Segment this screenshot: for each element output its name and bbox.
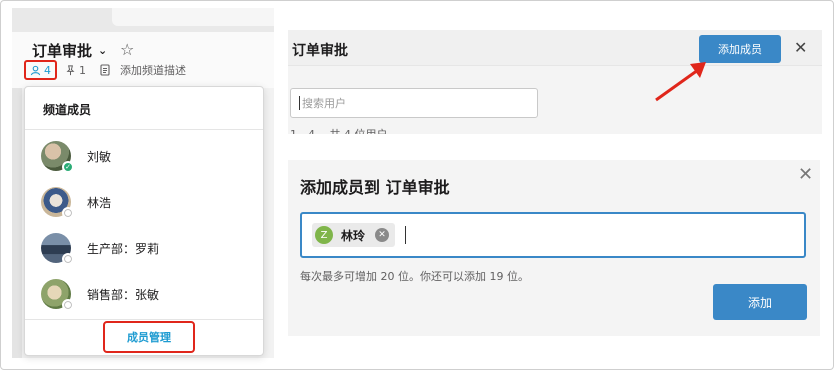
text-cursor [299, 96, 300, 110]
avatar [41, 233, 74, 265]
star-icon[interactable]: ☆ [120, 40, 134, 59]
avatar [41, 279, 74, 311]
add-members-dialog: 添加成员到 订单审批 ✕ Z 林玲 ✕ 每次最多可增加 20 位。你还可以添加 … [288, 160, 820, 336]
remove-chip-icon[interactable]: ✕ [375, 228, 390, 242]
member-count: 4 [44, 63, 51, 77]
add-button[interactable]: 添加 [713, 284, 807, 320]
close-icon[interactable]: ✕ [794, 38, 807, 57]
channel-meta: 4 1 添加频道描述 [24, 60, 186, 80]
members-dropdown: 频道成员 ✓ 刘敏 林浩 生产部：罗莉 销售部：张敏 成员管理 [24, 86, 264, 356]
avatar: ✓ [41, 141, 74, 173]
offline-status-icon [62, 253, 74, 265]
annotation-arrow [655, 62, 706, 102]
member-name: 销售部：张敏 [87, 287, 160, 302]
person-icon [30, 65, 41, 75]
pin-button[interactable]: 1 [65, 64, 86, 77]
dialog-title: 添加成员到 订单审批 [300, 178, 450, 197]
window-topbar [12, 8, 274, 32]
manage-members-button[interactable]: 成员管理 [103, 321, 195, 353]
divider [25, 129, 263, 130]
user-count: 1 - 4 ，共 4 位用户 [290, 126, 387, 134]
pin-icon [66, 64, 75, 75]
document-icon [100, 64, 110, 76]
divider [25, 319, 263, 320]
offline-status-icon [62, 299, 74, 311]
members-panel: 订单审批 添加成员 ✕ 搜索用户 1 - 4 ，共 4 位用户 [288, 30, 822, 134]
dropdown-title: 频道成员 [43, 103, 92, 117]
online-status-icon: ✓ [62, 161, 74, 173]
text-cursor [405, 226, 407, 244]
member-row[interactable]: ✓ 刘敏 [41, 139, 251, 173]
invite-input[interactable]: Z 林玲 ✕ [300, 212, 806, 258]
offline-status-icon [62, 207, 74, 219]
member-row[interactable]: 生产部：罗莉 [41, 231, 251, 265]
search-input[interactable]: 搜索用户 [290, 88, 538, 118]
channel-title[interactable]: 订单审批 ⌄ [32, 40, 107, 61]
limit-hint: 每次最多可增加 20 位。你还可以添加 19 位。 [300, 270, 529, 283]
close-icon[interactable]: ✕ [798, 164, 813, 185]
chevron-down-icon: ⌄ [98, 44, 108, 57]
search-placeholder: 搜索用户 [302, 97, 346, 110]
add-description-label: 添加频道描述 [120, 64, 186, 77]
selected-user-chip: Z 林玲 ✕ [312, 223, 396, 247]
chip-avatar: Z [315, 226, 333, 244]
window-tab [112, 8, 274, 26]
add-description-button[interactable]: 添加频道描述 [100, 62, 186, 78]
member-row[interactable]: 林浩 [41, 185, 251, 219]
avatar [41, 187, 74, 219]
channel-name: 订单审批 [32, 42, 93, 60]
member-name: 林浩 [87, 195, 112, 210]
member-name: 生产部：罗莉 [87, 241, 160, 256]
chip-name: 林玲 [341, 228, 366, 243]
pin-count: 1 [79, 63, 86, 77]
members-panel-title: 订单审批 [292, 43, 348, 59]
member-count-button[interactable]: 4 [24, 60, 57, 80]
side-strip [12, 88, 22, 358]
member-name: 刘敏 [87, 149, 112, 164]
member-row[interactable]: 销售部：张敏 [41, 277, 251, 311]
